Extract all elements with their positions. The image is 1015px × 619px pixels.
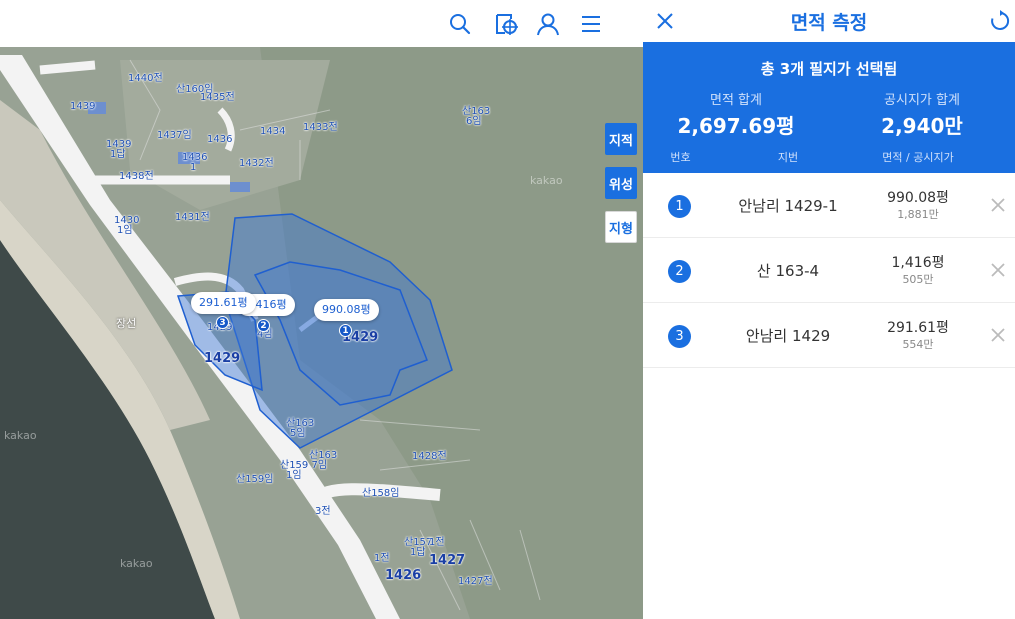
- row-address: 안남리 1429-1: [738, 197, 838, 215]
- search-icon[interactable]: [445, 9, 475, 39]
- row-address: 산 163-4: [756, 262, 820, 280]
- parcel-label: 산158임: [362, 488, 400, 499]
- refresh-icon[interactable]: [986, 7, 1014, 35]
- remove-icon[interactable]: [987, 194, 1009, 216]
- panel-title: 면적 측정: [790, 12, 868, 34]
- parcel-label: 5임: [290, 428, 306, 439]
- parcel-label: 1439: [70, 101, 96, 112]
- area-bubble-3[interactable]: 291.61평: [191, 292, 256, 314]
- parcel-label: 1436: [207, 134, 233, 145]
- parcel-label: 1435전: [200, 92, 235, 103]
- parcel-label: 1428전: [412, 451, 447, 462]
- layer-terrain-button[interactable]: 지형: [605, 211, 637, 243]
- row-area: 1,416평: [891, 255, 945, 271]
- parcel-label: 1전: [429, 537, 445, 548]
- area-total-label: 면적 합계: [710, 93, 762, 108]
- area-bubble-1[interactable]: 990.08평: [314, 299, 379, 321]
- parcel-label-main: 1427: [429, 553, 466, 568]
- parcel-row[interactable]: 1 안남리 1429-1 990.08평 1,881만: [643, 173, 1015, 238]
- price-total-value: 2,940만: [881, 114, 963, 138]
- parcel-label-main: 1426: [385, 568, 422, 583]
- parcel-label: 1433전: [303, 122, 338, 133]
- parcel-label: 1: [190, 162, 197, 173]
- remove-icon[interactable]: [987, 324, 1009, 346]
- area-total: 면적 합계 2,697.69평: [643, 89, 829, 139]
- layer-satellite-button[interactable]: 위성: [605, 167, 637, 199]
- panel-header: 면적 측정: [643, 0, 1015, 42]
- parcel-marker-3[interactable]: 3: [216, 316, 229, 329]
- row-area: 291.61평: [887, 320, 949, 336]
- selection-summary: 총 3개 필지가 선택됨 면적 합계 2,697.69평 공시지가 합계 2,9…: [643, 42, 1015, 173]
- parcel-row[interactable]: 3 안남리 1429 291.61평 554만: [643, 303, 1015, 368]
- area-measure-panel: 면적 측정 총 3개 필지가 선택됨 면적 합계 2,697.69평 공시지가 …: [643, 0, 1015, 619]
- watermark: kakao: [4, 429, 37, 442]
- app: 1440전 산160임 1435전 1439 1437임 1436 1434 1…: [0, 0, 1015, 619]
- parcel-label: 1437임: [157, 130, 192, 141]
- parcel-label: 1431전: [175, 212, 210, 223]
- parcel-label-main: 1429: [204, 351, 241, 366]
- summary-figures: 면적 합계 2,697.69평 공시지가 합계 2,940만: [643, 89, 1015, 139]
- col-area-price: 면적 / 공시지가: [882, 151, 954, 164]
- layer-cadastral-button[interactable]: 지적: [605, 123, 637, 155]
- parcel-row[interactable]: 2 산 163-4 1,416평 505만: [643, 238, 1015, 303]
- parcel-marker-2[interactable]: 2: [257, 319, 270, 332]
- menu-icon[interactable]: [576, 9, 606, 39]
- map-pane: 1440전 산160임 1435전 1439 1437임 1436 1434 1…: [0, 0, 643, 619]
- row-number-badge: 2: [668, 260, 691, 283]
- watermark: kakao: [530, 174, 563, 187]
- place-label: 장선: [116, 317, 137, 330]
- parcel-label: 1임: [286, 470, 302, 481]
- col-address: 지번: [777, 151, 799, 164]
- row-price: 1,881만: [897, 208, 939, 221]
- row-address: 안남리 1429: [745, 327, 831, 345]
- parcel-label: 1438전: [119, 171, 154, 182]
- parcel-label: 1434: [260, 126, 286, 137]
- parcel-marker-1[interactable]: 1: [339, 324, 352, 337]
- parcel-label: 1답: [110, 149, 126, 160]
- location-target-icon[interactable]: [491, 9, 521, 39]
- user-icon[interactable]: [533, 9, 563, 39]
- row-number-badge: 3: [668, 325, 691, 348]
- col-number: 번호: [670, 151, 691, 164]
- remove-icon[interactable]: [987, 259, 1009, 281]
- area-total-value: 2,697.69평: [677, 114, 795, 138]
- row-number-badge: 1: [668, 195, 691, 218]
- parcel-label: 1432전: [239, 158, 274, 169]
- price-total: 공시지가 합계 2,940만: [829, 89, 1015, 139]
- parcel-label: 6임: [466, 116, 482, 127]
- price-total-label: 공시지가 합계: [884, 93, 960, 108]
- row-price: 505만: [902, 273, 934, 286]
- parcel-label: 1답: [410, 547, 426, 558]
- row-area: 990.08평: [887, 190, 949, 206]
- parcel-label: 산159임: [236, 474, 274, 485]
- summary-title: 총 3개 필지가 선택됨: [760, 60, 898, 78]
- parcel-label: 3전: [315, 506, 331, 517]
- parcel-label: 1전: [374, 553, 390, 564]
- parcel-label: 1임: [117, 225, 133, 236]
- map-toolbar: [0, 0, 643, 47]
- parcel-label: 1440전: [128, 73, 163, 84]
- row-price: 554만: [902, 338, 934, 351]
- watermark: kakao: [120, 557, 153, 570]
- parcel-list: 1 안남리 1429-1 990.08평 1,881만 2 산 163-4 1,…: [643, 173, 1015, 368]
- column-headers: 번호 지번 면적 / 공시지가: [643, 149, 1015, 165]
- parcel-label: 1427전: [458, 576, 493, 587]
